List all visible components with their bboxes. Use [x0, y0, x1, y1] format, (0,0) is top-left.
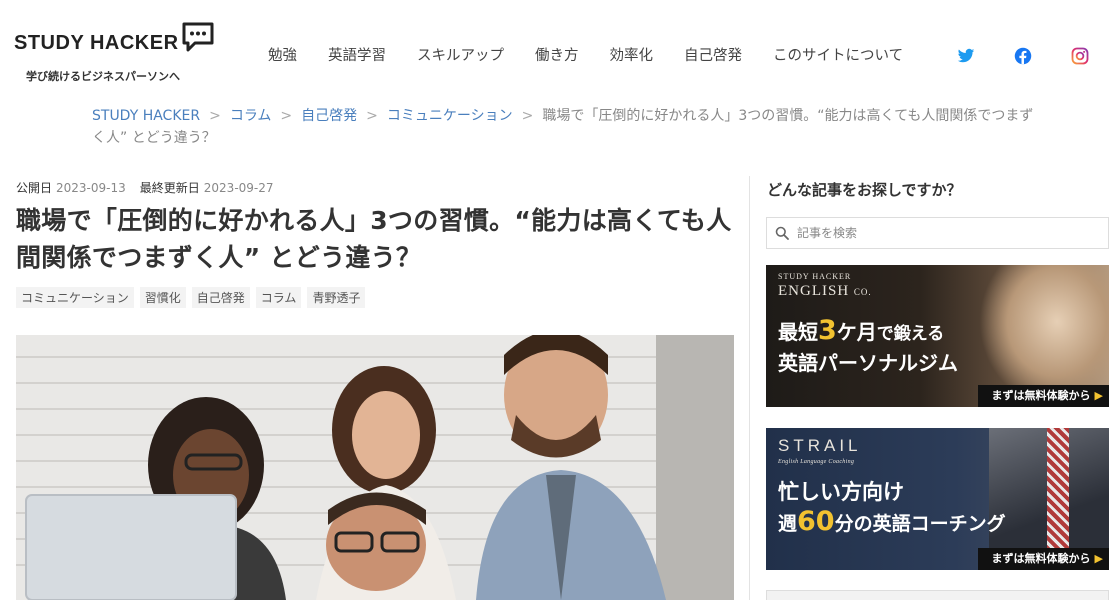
search-box — [766, 217, 1109, 249]
banner1-headline: 最短3ケ月で鍛える — [778, 315, 945, 346]
banner-strail[interactable]: STRAIL English Language Coaching 忙しい方向け … — [766, 428, 1109, 570]
banner2-headline: 忙しい方向け — [778, 480, 904, 504]
breadcrumb: STUDY HACKER > コラム > 自己啓発 > コミュニケーション > 職場で「圧倒的に… — [92, 105, 1042, 149]
updated-date: 2023-09-27 — [203, 181, 274, 195]
tag-column[interactable]: コラム — [255, 287, 302, 308]
search-input[interactable] — [797, 226, 1087, 240]
published-label: 公開日 — [16, 181, 53, 195]
nav-item-about[interactable]: このサイトについて — [773, 44, 903, 65]
twitter-icon[interactable] — [957, 47, 975, 65]
breadcrumb-separator: > — [366, 108, 378, 124]
tag-author[interactable]: 青野透子 — [307, 287, 366, 308]
banner1-brand-top: STUDY HACKER — [778, 272, 852, 281]
article-title: 職場で「圧倒的に好かれる人」3つの習慣。“能力は高くても人間関係でつまずく人” … — [16, 206, 732, 272]
main-nav: 勉強 英語学習 スキルアップ 働き方 効率化 自己啓発 このサイトについて — [268, 44, 934, 65]
banner-partial[interactable] — [766, 590, 1109, 600]
banner1-cta[interactable]: まずは無料体験から ▶ — [977, 385, 1109, 407]
breadcrumb-column[interactable]: コラム — [230, 108, 272, 124]
chat-bubble-icon — [182, 22, 214, 52]
published-date: 2023-09-13 — [56, 181, 126, 195]
breadcrumb-separator: > — [209, 108, 221, 124]
breadcrumb-separator: > — [521, 108, 534, 124]
nav-item-selfdev[interactable]: 自己啓発 — [684, 44, 742, 65]
banner2-subhead: 週60分の英語コーチング — [778, 506, 1006, 537]
logo-text: STUDY HACKER — [14, 32, 179, 54]
banner-english-company[interactable]: STUDY HACKER ENGLISH CO. 最短3ケ月で鍛える 英語パーソ… — [766, 265, 1109, 407]
article-tags: コミュニケーション 習慣化 自己啓発 コラム 青野透子 — [16, 287, 366, 308]
tag-selfdev[interactable]: 自己啓発 — [191, 287, 250, 308]
tag-communication[interactable]: コミュニケーション — [16, 287, 134, 308]
hero-image — [16, 335, 734, 600]
nav-item-english[interactable]: 英語学習 — [328, 44, 386, 65]
breadcrumb-separator: > — [280, 108, 293, 124]
nav-item-workstyle[interactable]: 働き方 — [535, 44, 579, 65]
updated-label: 最終更新日 — [139, 181, 200, 195]
nav-item-study[interactable]: 勉強 — [268, 44, 297, 65]
site-logo[interactable]: STUDY HACKER 学び続けるビジネスパーソンへ — [14, 20, 224, 90]
column-divider — [749, 176, 750, 600]
tag-habit[interactable]: 習慣化 — [139, 287, 186, 308]
banner1-brand: ENGLISH CO. — [778, 283, 872, 299]
instagram-icon[interactable] — [1071, 47, 1089, 65]
facebook-icon[interactable] — [1014, 47, 1032, 65]
banner2-brand: STRAIL — [778, 436, 862, 455]
banner2-cta[interactable]: まずは無料体験から ▶ — [977, 548, 1109, 570]
nav-item-efficiency[interactable]: 効率化 — [610, 44, 654, 65]
banner1-subhead: 英語パーソナルジム — [778, 351, 958, 375]
banner2-subtitle: English Language Coaching — [778, 459, 855, 465]
breadcrumb-selfdev[interactable]: 自己啓発 — [301, 108, 357, 124]
article-meta: 公開日 2023-09-13 最終更新日 2023-09-27 — [16, 179, 288, 196]
nav-item-skillup[interactable]: スキルアップ — [417, 44, 504, 65]
hero-photo-illustration — [16, 335, 734, 600]
breadcrumb-home[interactable]: STUDY HACKER — [92, 108, 200, 124]
sidebar-title: どんな記事をお探しですか？ — [767, 181, 962, 199]
search-icon — [775, 226, 789, 240]
breadcrumb-communication[interactable]: コミュニケーション — [387, 108, 513, 124]
logo-tagline: 学び続けるビジネスパーソンへ — [26, 70, 180, 83]
